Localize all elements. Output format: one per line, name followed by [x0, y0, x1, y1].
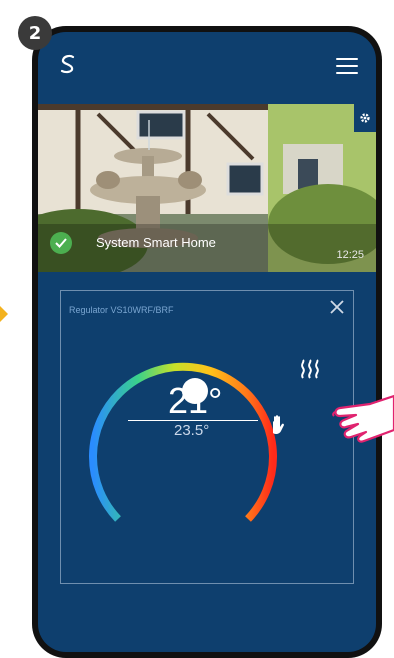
tapping-hand-illustration	[332, 394, 394, 443]
arrow-hint	[0, 302, 8, 326]
current-temperature: 21°	[168, 380, 223, 421]
phone-screen: System Smart Home 12:25 Regulator VS10WR…	[38, 32, 376, 652]
temperature-gauge[interactable]	[75, 349, 295, 529]
hand-icon[interactable]	[268, 413, 290, 435]
card-title: Regulator VS10WRF/BRF	[69, 305, 174, 315]
set-temperature: 23.5°	[174, 422, 210, 439]
close-icon[interactable]	[329, 299, 345, 315]
step-badge: 2	[18, 16, 52, 50]
hamburger-menu-icon[interactable]	[336, 58, 358, 74]
time-label: 12:25	[336, 249, 364, 261]
gear-icon[interactable]	[354, 104, 376, 132]
check-icon	[50, 232, 72, 254]
temperature-divider	[128, 420, 258, 421]
s-logo-icon[interactable]	[56, 52, 80, 76]
home-name-label: System Smart Home	[96, 235, 216, 250]
heating-icon	[301, 359, 319, 379]
top-bar	[38, 32, 376, 94]
